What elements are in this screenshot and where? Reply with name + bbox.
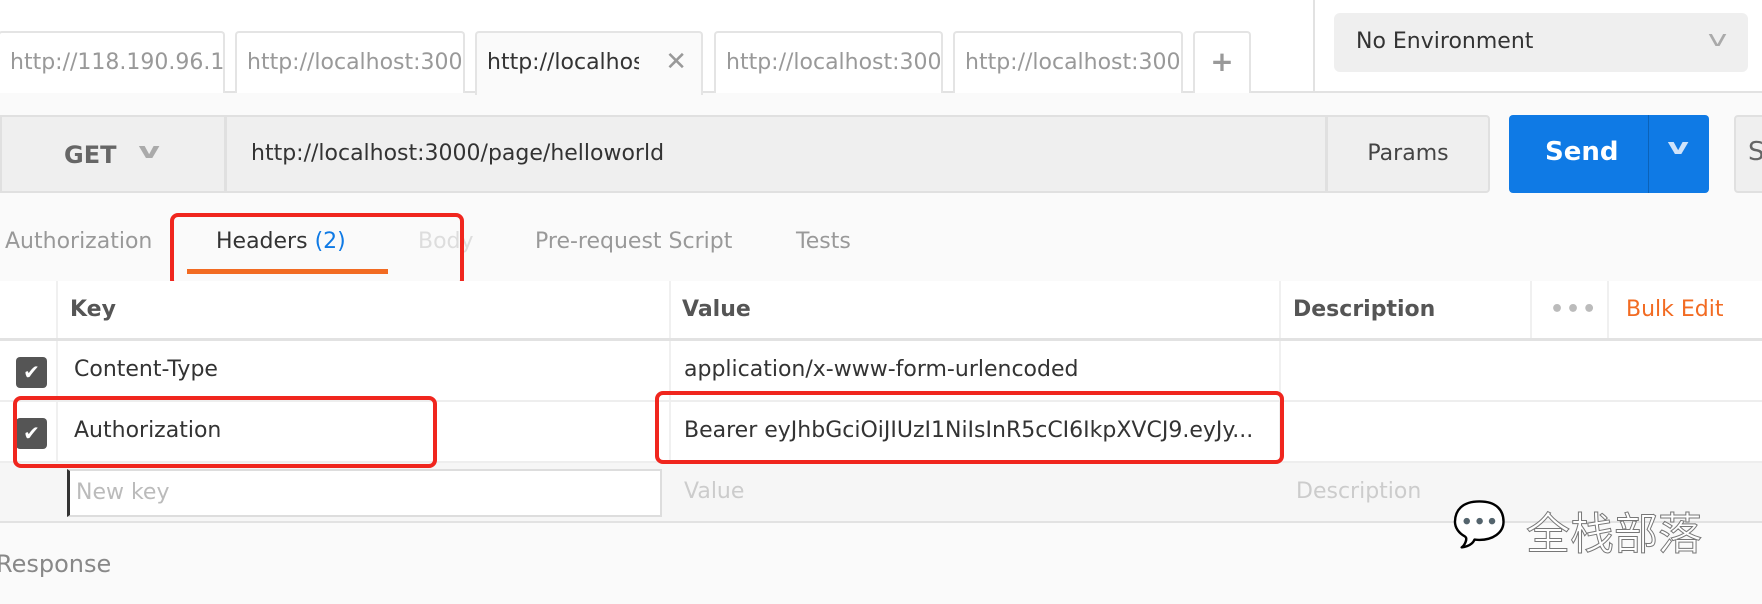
highlight-box <box>655 391 1284 464</box>
header-key[interactable]: Content-Type <box>74 357 218 382</box>
request-tab[interactable]: http://localhost:300 <box>953 31 1183 93</box>
column-description: Description <box>1293 297 1436 322</box>
new-value-input[interactable]: Value <box>684 479 744 504</box>
tab-label: http://localhost:300 <box>965 50 1181 75</box>
method-select[interactable]: GET v <box>0 115 226 193</box>
watermark: 💬 全栈部落 <box>1452 494 1712 564</box>
request-tab[interactable]: http://118.190.96.1 <box>0 31 225 93</box>
row-checkbox[interactable]: ✔ <box>16 357 47 388</box>
request-tab[interactable]: http://localhost:300 <box>235 31 465 93</box>
tab-label: http://localhos <box>487 50 639 75</box>
tab-authorization[interactable]: Authorization <box>5 229 152 254</box>
params-button[interactable]: Params <box>1326 115 1490 193</box>
new-key-placeholder: New key <box>76 480 170 505</box>
url-value: http://localhost:3000/page/helloworld <box>251 141 665 166</box>
environment-select[interactable]: No Environment v <box>1334 13 1748 72</box>
column-key: Key <box>70 297 116 322</box>
response-label: Response <box>0 550 112 578</box>
highlight-box <box>13 396 437 468</box>
tab-tests[interactable]: Tests <box>796 229 851 254</box>
tab-label: http://118.190.96.1 <box>10 50 225 75</box>
send-label: Send <box>1545 137 1619 167</box>
send-dropdown-button[interactable]: v <box>1648 115 1709 193</box>
close-tab-icon[interactable]: ✕ <box>665 47 687 77</box>
plus-icon: + <box>1210 45 1234 78</box>
bulk-edit-button[interactable]: Bulk Edit <box>1626 297 1724 322</box>
send-button[interactable]: Send v <box>1509 115 1709 193</box>
more-dots-icon[interactable]: ••• <box>1550 297 1598 322</box>
header-value[interactable]: application/x-www-form-urlencoded <box>684 357 1078 382</box>
params-label: Params <box>1367 141 1449 166</box>
request-tab-active[interactable]: http://localhos ✕ <box>475 31 703 95</box>
wechat-icon: 💬 <box>1452 499 1507 550</box>
headers-table-header: Key Value Description ••• Bulk Edit <box>0 281 1762 341</box>
new-description-input[interactable]: Description <box>1296 479 1421 504</box>
tab-label: http://localhost:300 <box>247 50 463 75</box>
method-label: GET <box>64 141 117 169</box>
new-tab-button[interactable]: + <box>1193 31 1251 93</box>
highlight-box <box>170 213 464 288</box>
save-label: S <box>1748 137 1762 167</box>
new-key-input[interactable]: New key <box>67 469 662 517</box>
tab-pre-request-script[interactable]: Pre-request Script <box>535 229 732 254</box>
chevron-down-icon: v <box>1667 135 1689 160</box>
chevron-down-icon: v <box>138 139 160 164</box>
save-button[interactable]: S <box>1734 115 1762 193</box>
request-tab-bar: http://118.190.96.1 http://localhost:300… <box>0 0 1313 95</box>
request-tab[interactable]: http://localhost:300 <box>714 31 943 93</box>
watermark-text: 全栈部落 <box>1526 509 1703 561</box>
tab-label: http://localhost:300 <box>726 50 942 75</box>
column-value: Value <box>682 297 751 322</box>
environment-label: No Environment <box>1356 29 1534 54</box>
url-input[interactable]: http://localhost:3000/page/helloworld <box>225 115 1327 193</box>
chevron-down-icon: v <box>1707 27 1728 52</box>
